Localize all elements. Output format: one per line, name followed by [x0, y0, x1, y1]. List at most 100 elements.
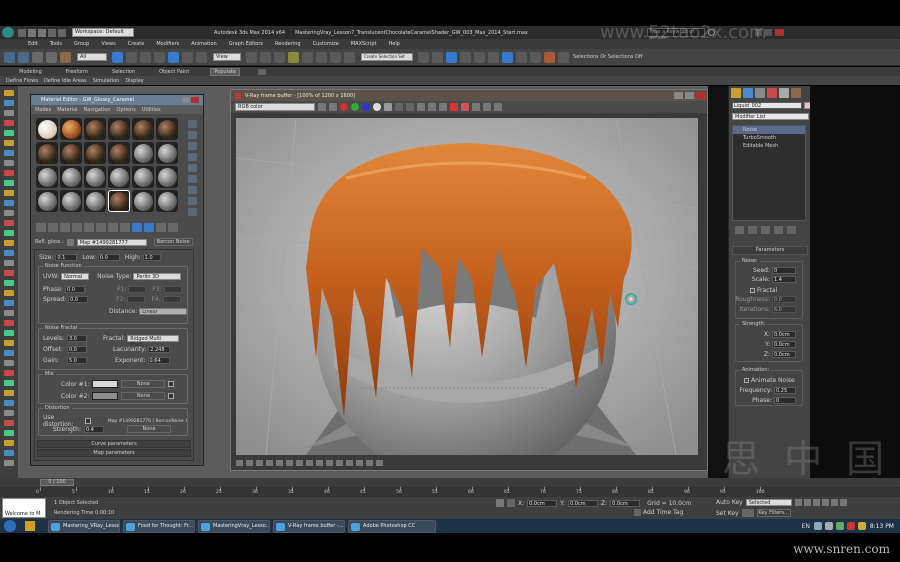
go-to-end-icon[interactable] — [830, 499, 838, 506]
cut-tool-icon[interactable] — [4, 200, 14, 206]
shift-tool-icon[interactable] — [4, 340, 14, 346]
play-icon[interactable] — [812, 499, 820, 506]
taskbar-item[interactable]: Food for Thought: Fr... — [123, 519, 195, 533]
close-icon[interactable] — [695, 92, 705, 99]
cp-tab-modify-icon[interactable] — [743, 87, 753, 98]
extrude-tool-icon[interactable] — [4, 250, 14, 256]
new-file-icon[interactable] — [18, 28, 26, 37]
menu-create[interactable]: Create — [128, 41, 145, 47]
color2-checkbox[interactable] — [168, 393, 175, 399]
render-setup-icon[interactable] — [516, 51, 527, 63]
make-unique-icon[interactable] — [84, 223, 94, 232]
size-field[interactable]: 0.1 — [55, 254, 78, 261]
key-mode-icon[interactable] — [839, 499, 847, 506]
scale-tool-icon[interactable] — [4, 110, 14, 116]
sample-slot[interactable] — [36, 166, 58, 188]
time-slider-handle[interactable]: 0 / 100 — [40, 479, 74, 486]
y-coord-field[interactable]: 0.0cm — [568, 499, 599, 507]
stack-item-noise[interactable]: Noise — [733, 126, 805, 134]
rollout-curve-parameters[interactable]: Curve parameters — [37, 440, 191, 448]
sample-uv-icon[interactable] — [188, 153, 197, 161]
sample-slot[interactable] — [84, 190, 106, 212]
configure-modifier-sets-icon[interactable] — [787, 226, 796, 234]
cp-tab-motion-icon[interactable] — [767, 87, 777, 98]
stack-item-turbosmooth[interactable]: TurboSmooth — [733, 134, 805, 142]
menu-modifiers[interactable]: Modifiers — [156, 41, 179, 47]
ribbon-options-icon[interactable] — [258, 68, 267, 75]
menu-maxscript[interactable]: MAXScript — [351, 41, 377, 47]
lock-tool-icon[interactable] — [4, 380, 14, 386]
gain-field[interactable]: 5.0 — [67, 357, 87, 364]
mirror-icon[interactable] — [418, 51, 429, 63]
select-by-name-icon[interactable] — [126, 51, 137, 63]
distortion-map-button[interactable]: Map #1499281776 ( BerconNoise ) — [108, 419, 187, 424]
red-channel-icon[interactable] — [340, 103, 348, 111]
go-to-start-icon[interactable] — [794, 499, 802, 506]
security-icon[interactable] — [846, 522, 855, 530]
ribbon-sub-simulation[interactable]: Simulation — [93, 78, 120, 84]
me-menu-material[interactable]: Material — [57, 107, 77, 113]
pixel-info-icon[interactable] — [236, 460, 243, 466]
roughness-field[interactable]: 0.0 — [772, 296, 796, 303]
rectangular-selection-icon[interactable] — [140, 51, 151, 63]
chamfer-tool-icon[interactable] — [4, 240, 14, 246]
show-in-viewport-icon[interactable] — [120, 223, 130, 232]
quickslice-tool-icon[interactable] — [4, 320, 14, 326]
lut-icon[interactable] — [246, 460, 253, 466]
stack-item-editable-mesh[interactable]: Editable Mesh — [733, 142, 805, 150]
sample-slot[interactable] — [132, 190, 154, 212]
rendered-frame-window-icon[interactable] — [530, 51, 541, 63]
previous-frame-icon[interactable] — [803, 499, 811, 506]
modifier-list-dropdown[interactable]: Modifier List — [732, 113, 809, 120]
next-frame-icon[interactable] — [821, 499, 829, 506]
element-tool-icon[interactable] — [4, 150, 14, 156]
ribbon-sub-define-flows[interactable]: Define Flows — [6, 78, 38, 84]
lens-effects-icon[interactable] — [472, 103, 480, 111]
z-coord-field[interactable]: 0.0cm — [610, 499, 641, 507]
swift-loop-tool-icon[interactable] — [4, 330, 14, 336]
me-menu-navigation[interactable]: Navigation — [84, 107, 111, 113]
sample-slot[interactable] — [60, 166, 82, 188]
menu-views[interactable]: Views — [101, 41, 115, 47]
collapse-tool-icon[interactable] — [4, 440, 14, 446]
detach-tool-icon[interactable] — [4, 430, 14, 436]
sample-slot[interactable] — [108, 118, 130, 140]
render-iterative-icon[interactable] — [558, 51, 569, 63]
phase-field[interactable]: 0.0 — [64, 286, 85, 293]
map-type-button[interactable]: Bercon Noise — [153, 238, 193, 246]
explorer-icon[interactable] — [25, 521, 35, 531]
taskbar-item[interactable]: V-Ray frame buffer -... — [273, 519, 345, 533]
unlock-tool-icon[interactable] — [4, 390, 14, 396]
minimize-icon[interactable] — [182, 97, 189, 103]
snaps-toggle-icon[interactable] — [288, 51, 299, 63]
time-slider[interactable]: 0 / 100 — [0, 478, 900, 487]
outline-tool-icon[interactable] — [4, 280, 14, 286]
save-file-icon[interactable] — [38, 28, 46, 37]
edge-tool-icon[interactable] — [4, 130, 14, 136]
paint-tool-icon[interactable] — [4, 170, 14, 176]
menu-animation[interactable]: Animation — [191, 41, 217, 47]
sample-slot[interactable] — [84, 166, 106, 188]
parameters-rollout-title[interactable]: Parameters — [732, 246, 808, 255]
strength-y-field[interactable]: 0.0cm — [772, 341, 796, 348]
ocio-icon[interactable] — [286, 460, 293, 466]
window-crossing-icon[interactable] — [154, 51, 165, 63]
unhide-tool-icon[interactable] — [4, 410, 14, 416]
display-correction-icon[interactable] — [256, 460, 263, 466]
set-key-label[interactable]: Set Key — [716, 510, 739, 517]
lens-icon[interactable] — [296, 460, 303, 466]
stamp-icon[interactable] — [346, 460, 353, 466]
grid-tool-icon[interactable] — [4, 310, 14, 316]
compare-b-icon[interactable] — [406, 103, 414, 111]
percent-snap-icon[interactable] — [316, 51, 327, 63]
smooth-tool-icon[interactable] — [4, 190, 14, 196]
sample-slot[interactable] — [84, 118, 106, 140]
make-preview-icon[interactable] — [188, 175, 197, 183]
map-name-dropdown[interactable]: Map #1499281777 — [76, 238, 147, 246]
rollout-map-parameters[interactable]: Map parameters — [37, 449, 191, 457]
weld-tool-icon[interactable] — [4, 230, 14, 236]
link-icon[interactable] — [32, 51, 43, 63]
color2-map-button[interactable]: None — [121, 392, 166, 400]
f1-field[interactable] — [128, 286, 147, 293]
sample-slot[interactable] — [36, 190, 58, 212]
